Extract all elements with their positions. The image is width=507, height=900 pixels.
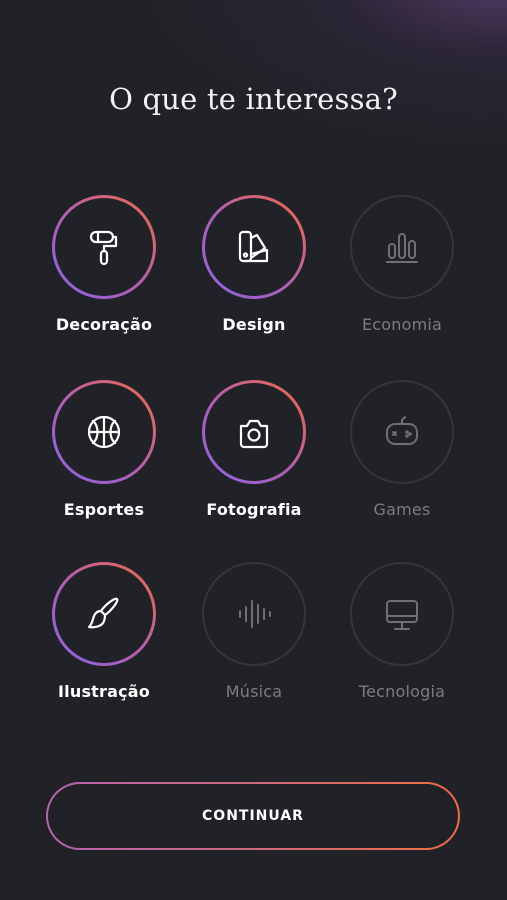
category-ring — [202, 380, 306, 484]
category-musica[interactable]: Música — [174, 562, 334, 712]
monitor-icon — [386, 600, 418, 630]
category-tecnologia[interactable]: Tecnologia — [322, 562, 482, 712]
category-esportes[interactable]: Esportes — [24, 380, 184, 530]
category-label: Economia — [361, 315, 443, 334]
category-label: Ilustração — [58, 682, 150, 701]
page-title: O que te interessa? — [109, 82, 398, 116]
category-fotografia[interactable]: Fotografia — [174, 380, 334, 530]
continue-button-label: CONTINUAR — [48, 784, 458, 848]
category-games[interactable]: Games — [322, 380, 482, 530]
category-label: Fotografia — [206, 500, 302, 519]
category-ring — [52, 562, 156, 666]
category-label: Games — [373, 500, 431, 519]
category-ring — [52, 195, 156, 299]
camera-icon — [239, 419, 269, 449]
category-ring — [350, 562, 454, 666]
category-label: Esportes — [63, 500, 145, 519]
category-design[interactable]: Design — [174, 195, 334, 345]
continue-button[interactable]: CONTINUAR — [46, 782, 460, 850]
category-ring — [350, 195, 454, 299]
category-ring — [202, 562, 306, 666]
category-ilustracao[interactable]: Ilustração — [24, 562, 184, 712]
category-label: Design — [222, 315, 286, 334]
paint-roller-icon — [89, 230, 118, 266]
category-ring — [52, 380, 156, 484]
sound-wave-icon — [239, 600, 271, 628]
category-label: Decoração — [55, 315, 153, 334]
category-ring — [202, 195, 306, 299]
category-decoracao[interactable]: Decoração — [24, 195, 184, 345]
color-swatch-icon — [238, 230, 269, 263]
basketball-icon — [87, 415, 121, 449]
bar-chart-icon — [386, 233, 418, 263]
category-economia[interactable]: Economia — [322, 195, 482, 345]
category-ring — [350, 380, 454, 484]
category-label: Tecnologia — [358, 682, 446, 701]
paintbrush-icon — [87, 597, 119, 629]
category-label: Música — [225, 682, 283, 701]
gamepad-icon — [386, 416, 418, 445]
